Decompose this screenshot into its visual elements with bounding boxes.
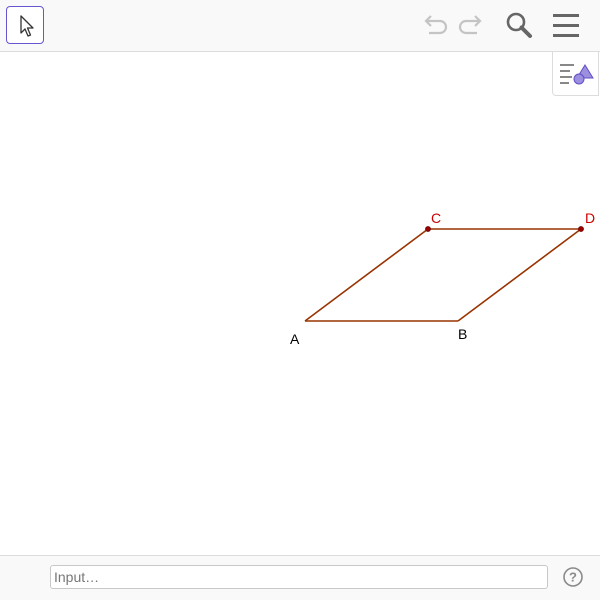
search-button[interactable]: [503, 10, 535, 42]
point-label-a[interactable]: A: [290, 331, 299, 347]
graphics-style-icon: [560, 64, 594, 85]
undo-button[interactable]: [419, 10, 451, 42]
redo-button[interactable]: [455, 10, 487, 42]
search-icon: [506, 12, 532, 38]
toolbar: [0, 0, 600, 52]
point-label-b[interactable]: B: [458, 326, 467, 342]
algebra-input-field[interactable]: [50, 565, 548, 589]
input-help-button[interactable]: ?: [562, 566, 584, 588]
point-label-c[interactable]: C: [431, 210, 441, 226]
hamburger-menu-icon: [553, 14, 579, 37]
geometry-canvas: [304, 226, 584, 322]
move-arrow-icon: [20, 15, 34, 37]
main-menu-button[interactable]: [550, 10, 582, 42]
segment-ac[interactable]: [304, 228, 429, 322]
style-bar-toggle-button[interactable]: [552, 52, 599, 96]
undo-icon: [424, 15, 448, 35]
point-label-d[interactable]: D: [585, 210, 595, 226]
point-c[interactable]: [425, 226, 431, 232]
help-icon: ?: [563, 567, 583, 587]
svg-text:?: ?: [569, 570, 577, 585]
point-d[interactable]: [578, 226, 584, 232]
redo-icon: [458, 15, 482, 35]
graphics-view[interactable]: [0, 52, 600, 555]
move-tool-button[interactable]: [6, 6, 44, 44]
geogebra-app: A B C D ?: [0, 0, 600, 600]
segment-bd[interactable]: [457, 228, 582, 322]
input-bar: ?: [0, 555, 600, 600]
